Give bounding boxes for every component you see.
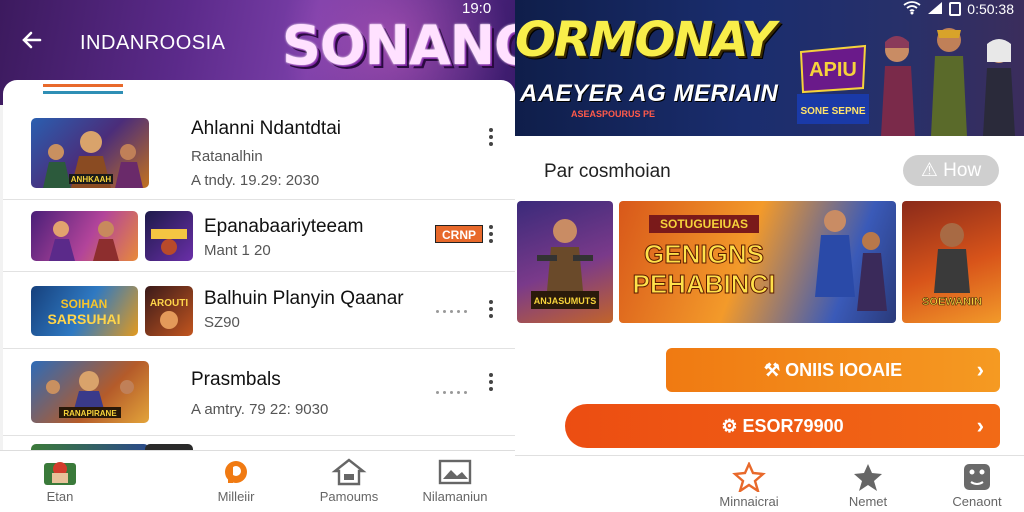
game-banner[interactable]: SOEWANIN: [902, 201, 1001, 323]
arrow-left-icon: [22, 31, 42, 49]
list-item-date: A amtry. 79 22: 9030: [191, 401, 329, 418]
nav-item-nemet[interactable]: Nemet: [833, 456, 903, 512]
star-icon: [854, 464, 882, 491]
list-item-title: Prasmbals: [191, 369, 281, 390]
logo-badge-text: APIU: [809, 59, 857, 81]
heroes-art-icon: ANHKAAH: [43, 131, 143, 188]
right-hero-banner: ORMONAY AAEYER AG MERIAIN ASEASPOURUS PE…: [515, 0, 1024, 136]
list-item-title: Epanabaariyteeam: [204, 216, 364, 237]
secondary-action-button[interactable]: ⚙ ESOR79900 ›: [565, 404, 1000, 448]
more-options-icon[interactable]: [487, 225, 495, 247]
hero-small-text: ASEASPOURUS PE: [571, 109, 656, 119]
game-banner[interactable]: ANJASUMUTS: [517, 201, 613, 323]
more-options-icon[interactable]: [487, 373, 495, 395]
nav-item-minnaicrai[interactable]: Minnaicrai: [711, 456, 787, 512]
logo-badge-subtext: SONE SEPNE: [800, 106, 865, 117]
banner-headline-2: PEHABINCI: [632, 269, 775, 299]
back-button[interactable]: [18, 26, 50, 56]
nav-item-nilamaniun[interactable]: Nilamaniun: [410, 451, 500, 512]
screen: INDANROOSIA 19:0 SONANO ANHKAAH Ahlanni …: [0, 0, 1024, 512]
game-thumbnail: AROUTI: [145, 286, 193, 336]
list-item[interactable]: ANHKAAH Ahlanni Ndantdtai Ratanalhin A t…: [3, 104, 515, 200]
status-badge: CRNP: [435, 225, 483, 243]
how-button[interactable]: ⚠ How: [903, 155, 999, 186]
game-thumbnail: SOIHAN SARSUHAI: [31, 286, 138, 336]
primary-action-label: ONIIS IOOAIE: [785, 360, 903, 380]
bottom-navigation: Minnaicrai Nemet Cenaont: [515, 455, 1024, 512]
right-app-pane: ORMONAY AAEYER AG MERIAIN ASEASPOURUS PE…: [515, 0, 1024, 512]
nav-label: Etan: [46, 489, 74, 504]
nav-item-etan[interactable]: Etan: [20, 451, 100, 512]
game-thumbnail: ANHKAAH: [31, 118, 149, 188]
thumb-caption: SARSUHAI: [47, 311, 120, 327]
game-logo-badge: APIU SONE SEPNE: [793, 38, 873, 130]
nav-label: Milleiir: [217, 489, 255, 504]
gear-icon: ⚙: [721, 416, 738, 436]
nav-item-milleiir[interactable]: Milleiir: [196, 451, 276, 512]
list-item[interactable]: Epanabaariyteeam Mant 1 20 CRNP: [3, 200, 515, 272]
banner-small-text: SOTUGUEIUAS: [660, 217, 748, 231]
nav-label: Pamoums: [319, 489, 379, 504]
star-swirl-icon: [732, 462, 766, 492]
letter-p-icon: [225, 461, 247, 483]
nav-item-pamoums[interactable]: Pamoums: [309, 451, 389, 512]
chevron-right-icon: ›: [976, 357, 984, 382]
dice-icon: [964, 464, 990, 490]
more-options-icon[interactable]: [487, 300, 495, 322]
decorative-lines: [43, 84, 125, 96]
brand-logo-text: ORMONAY: [515, 12, 776, 68]
game-list-card: ANHKAAH Ahlanni Ndantdtai Ratanalhin A t…: [3, 80, 515, 460]
game-thumbnail: [145, 211, 193, 261]
bottom-navigation: Etan Milleiir Pamoums Nilamaniun: [0, 450, 515, 512]
left-app-pane: INDANROOSIA 19:0 SONANO ANHKAAH Ahlanni …: [0, 0, 515, 512]
how-button-label: How: [943, 160, 982, 181]
thumb-caption: ANHKAAH: [71, 175, 112, 184]
list-item-subtitle: SZ90: [204, 314, 240, 331]
more-options-icon[interactable]: [487, 128, 495, 150]
list-item-subtitle: Ratanalhin: [191, 148, 263, 165]
list-item[interactable]: SOIHAN SARSUHAI AROUTI Balhuin Planyin Q…: [3, 272, 515, 349]
banner-headline-1: GENIGNS: [644, 239, 764, 269]
dots-indicator: [436, 300, 476, 313]
nav-label: Cenaont: [952, 494, 1002, 509]
thumb-caption: RANAPIRANE: [63, 409, 117, 418]
game-icon: [44, 462, 76, 485]
characters-illustration: [867, 14, 1024, 136]
nav-label: Minnaicrai: [719, 494, 779, 509]
game-thumbnail: RANAPIRANE: [31, 361, 149, 423]
primary-action-button[interactable]: ⚒ ONIIS IOOAIE ›: [666, 348, 1000, 392]
section-title: Par cosmhoian: [544, 161, 671, 182]
brand-logo-text: SONANO: [282, 14, 515, 77]
nav-label: Nilamaniun: [422, 489, 488, 504]
tools-icon: ⚒: [763, 360, 781, 380]
list-item-title: Balhuin Planyin Qaanar: [204, 288, 404, 309]
banner-caption: SOEWANIN: [922, 296, 982, 308]
thumb-caption: AROUTI: [150, 298, 189, 309]
page-title: INDANROOSIA: [80, 32, 226, 54]
list-item[interactable]: RANAPIRANE Prasmbals A amtry. 79 22: 903…: [3, 349, 515, 436]
nav-item-cenaont[interactable]: Cenaont: [941, 456, 1013, 512]
game-banner-featured[interactable]: SOTUGUEIUAS GENIGNS PEHABINCI: [619, 201, 896, 323]
chevron-right-icon: ›: [976, 413, 984, 438]
list-item-title: Ahlanni Ndantdtai: [191, 118, 341, 139]
nav-label: Nemet: [848, 494, 888, 509]
list-item-subtitle: Mant 1 20: [204, 242, 271, 259]
image-icon: [438, 459, 472, 485]
house-icon: [331, 458, 367, 486]
triangle-icon: ⚠: [920, 160, 938, 181]
secondary-action-label: ESOR79900: [742, 416, 844, 436]
list-item-date: A tndy. 19.29: 2030: [191, 172, 320, 189]
banner-caption: ANJASUMUTS: [534, 296, 597, 306]
game-thumbnail: [31, 211, 138, 261]
svg-text:SOIHAN: SOIHAN: [61, 297, 108, 311]
dots-indicator: [436, 381, 476, 394]
hero-subtitle: AAEYER AG MERIAIN: [520, 80, 779, 107]
